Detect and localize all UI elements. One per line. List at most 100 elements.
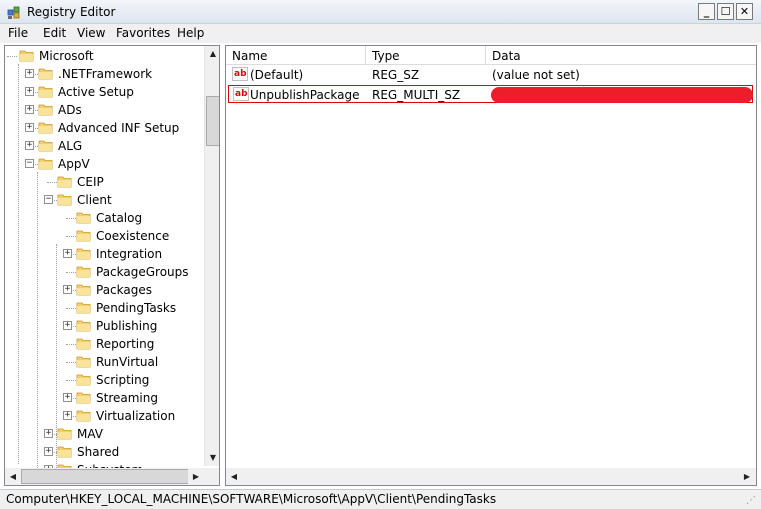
collapse-icon[interactable]: − <box>25 159 34 168</box>
values-list-pane[interactable]: Name Type Data ab (Default) REG_SZ (valu… <box>225 45 757 486</box>
column-header-type[interactable]: Type <box>366 46 486 65</box>
list-horizontal-scrollbar[interactable]: ◀ ▶ <box>226 468 756 485</box>
tree-item[interactable]: RunVirtual <box>5 353 205 371</box>
value-row[interactable]: ab (Default) REG_SZ (value not set) <box>228 66 753 84</box>
scroll-left-icon[interactable]: ◀ <box>226 469 242 485</box>
tree-item[interactable]: + MAV <box>5 425 205 443</box>
folder-icon <box>57 446 72 458</box>
tree-item-label: Client <box>77 193 112 207</box>
expand-icon[interactable]: + <box>25 123 34 132</box>
tree-item[interactable]: + ADs <box>5 101 205 119</box>
expand-icon[interactable]: + <box>63 285 72 294</box>
folder-icon <box>76 410 91 422</box>
tree-scroll-thumb[interactable] <box>206 96 219 146</box>
tree-connector <box>47 182 57 183</box>
value-name: UnpublishPackage <box>250 88 360 102</box>
tree-item-label: RunVirtual <box>96 355 159 369</box>
folder-icon <box>76 356 91 368</box>
tree-item[interactable]: + Shared <box>5 443 205 461</box>
expand-icon[interactable]: + <box>25 87 34 96</box>
tree-item[interactable]: Coexistence <box>5 227 205 245</box>
scroll-right-icon[interactable]: ▶ <box>739 469 755 485</box>
tree-item[interactable]: − AppV <box>5 155 205 173</box>
expand-icon[interactable]: + <box>44 447 53 456</box>
tree-item[interactable]: Reporting <box>5 335 205 353</box>
tree-item[interactable]: PackageGroups <box>5 263 205 281</box>
open-folder-icon <box>38 158 53 170</box>
folder-icon <box>76 266 91 278</box>
value-type: REG_SZ <box>372 68 420 82</box>
expand-icon[interactable]: + <box>63 249 72 258</box>
tree-item-label: AppV <box>58 157 90 171</box>
tree-item[interactable]: + Active Setup <box>5 83 205 101</box>
tree-item[interactable]: + ALG <box>5 137 205 155</box>
folder-icon <box>76 284 91 296</box>
expand-icon[interactable]: + <box>44 429 53 438</box>
tree-item[interactable]: + Virtualization <box>5 407 205 425</box>
tree-item-label: ADs <box>58 103 82 117</box>
tree-connector <box>66 236 76 237</box>
tree-item[interactable]: PendingTasks <box>5 299 205 317</box>
registry-editor-icon <box>7 6 20 19</box>
window-title: Registry Editor <box>27 5 116 19</box>
tree-item-label: Scripting <box>96 373 150 387</box>
expand-icon[interactable]: + <box>25 105 34 114</box>
current-key-path: Computer\HKEY_LOCAL_MACHINE\SOFTWARE\Mic… <box>6 492 497 506</box>
menu-favorites[interactable]: Favorites <box>116 26 170 40</box>
tree-vertical-scrollbar[interactable]: ▲ ▼ <box>204 46 219 466</box>
tree-item[interactable]: Catalog <box>5 209 205 227</box>
tree-hscroll-thumb[interactable] <box>21 469 191 484</box>
column-header-name[interactable]: Name <box>226 46 366 65</box>
menu-file[interactable]: File <box>8 26 28 40</box>
resize-grip-icon[interactable]: ⋰ <box>746 495 758 507</box>
tree-item-label: PackageGroups <box>96 265 189 279</box>
tree-connector <box>66 308 76 309</box>
tree-item[interactable]: + Advanced INF Setup <box>5 119 205 137</box>
status-bar: Computer\HKEY_LOCAL_MACHINE\SOFTWARE\Mic… <box>0 489 761 509</box>
tree-item-label: Streaming <box>96 391 158 405</box>
column-header-data[interactable]: Data <box>486 46 756 65</box>
tree-item-label: Virtualization <box>96 409 176 423</box>
scroll-left-icon[interactable]: ◀ <box>5 469 21 485</box>
maximize-button[interactable]: ☐ <box>717 3 734 20</box>
expand-icon[interactable]: + <box>25 69 34 78</box>
key-tree-pane[interactable]: Microsoft + .NETFramework + Active Setup + ADs… <box>4 45 220 486</box>
tree-connector <box>66 362 76 363</box>
folder-icon <box>76 212 91 224</box>
menu-edit[interactable]: Edit <box>43 26 66 40</box>
expand-icon[interactable]: + <box>63 393 72 402</box>
tree-connector <box>66 272 76 273</box>
tree-item-label: Active Setup <box>58 85 134 99</box>
scroll-right-icon[interactable]: ▶ <box>188 469 204 485</box>
tree-item[interactable]: + Integration <box>5 245 205 263</box>
tree-item[interactable]: + Streaming <box>5 389 205 407</box>
tree-horizontal-scrollbar[interactable]: ◀ ▶ <box>5 468 219 485</box>
tree-guide-line <box>18 64 19 464</box>
tree-item[interactable]: CEIP <box>5 173 205 191</box>
minimize-button[interactable]: _ <box>698 3 715 20</box>
menu-view[interactable]: View <box>77 26 105 40</box>
close-button[interactable]: ✕ <box>736 3 753 20</box>
open-folder-icon <box>19 50 34 62</box>
tree-item[interactable]: Scripting <box>5 371 205 389</box>
folder-icon <box>38 122 53 134</box>
tree-item-label: Microsoft <box>39 49 94 63</box>
tree-guide-line <box>37 172 38 472</box>
collapse-icon[interactable]: − <box>44 195 53 204</box>
scroll-up-icon[interactable]: ▲ <box>205 46 219 62</box>
tree-guide-line <box>56 244 57 474</box>
folder-icon <box>76 248 91 260</box>
tree-item-label: CEIP <box>77 175 104 189</box>
expand-icon[interactable]: + <box>63 411 72 420</box>
tree-item[interactable]: − Client <box>5 191 205 209</box>
tree-item[interactable]: + Packages <box>5 281 205 299</box>
scroll-down-icon[interactable]: ▼ <box>205 450 219 466</box>
expand-icon[interactable]: + <box>63 321 72 330</box>
expand-icon[interactable]: + <box>25 141 34 150</box>
tree-item-label: Integration <box>96 247 163 261</box>
tree-item[interactable]: + Publishing <box>5 317 205 335</box>
menu-help[interactable]: Help <box>177 26 204 40</box>
tree-item[interactable]: + .NETFramework <box>5 65 205 83</box>
value-row-selected[interactable]: ab UnpublishPackage REG_MULTI_SZ <box>228 85 753 103</box>
tree-item[interactable]: Microsoft <box>5 47 205 65</box>
